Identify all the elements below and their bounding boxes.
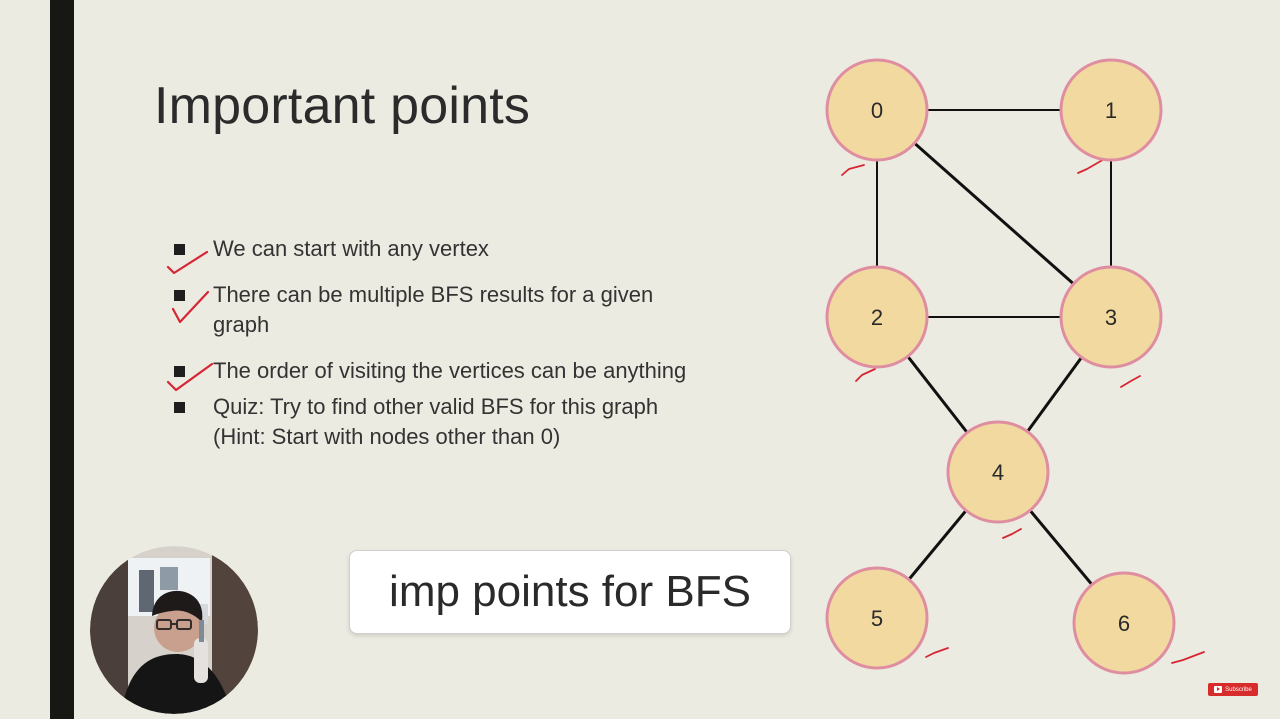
graph-node-label: 5 (871, 606, 883, 631)
youtube-play-icon (1214, 686, 1223, 693)
graph-node-2: 2 (825, 265, 929, 369)
graph-node-label: 1 (1105, 98, 1117, 123)
caption-text: imp points for BFS (389, 567, 751, 616)
graph-node-6: 6 (1072, 571, 1176, 675)
graph-node-label: 2 (871, 305, 883, 330)
subscribe-button[interactable]: Subscribe (1208, 683, 1258, 696)
subscribe-label: Subscribe (1225, 686, 1252, 693)
graph-node-4: 4 (946, 420, 1050, 524)
caption-box: imp points for BFS (349, 550, 791, 634)
slide-canvas: Important points We can start with any v… (0, 0, 1280, 719)
graph-node-label: 6 (1118, 611, 1130, 636)
graph-node-0: 0 (825, 58, 929, 162)
graph-edges (875, 108, 1126, 625)
graph-node-5: 5 (825, 566, 929, 670)
graph-node-label: 0 (871, 98, 883, 123)
graph-node-3: 3 (1059, 265, 1163, 369)
presenter-webcam (90, 546, 258, 714)
graph-node-label: 4 (992, 460, 1004, 485)
graph-node-1: 1 (1059, 58, 1163, 162)
graph-node-label: 3 (1105, 305, 1117, 330)
presenter-webcam-icon (90, 546, 258, 714)
graph-nodes: 0 1 2 3 4 5 6 (825, 58, 1176, 675)
